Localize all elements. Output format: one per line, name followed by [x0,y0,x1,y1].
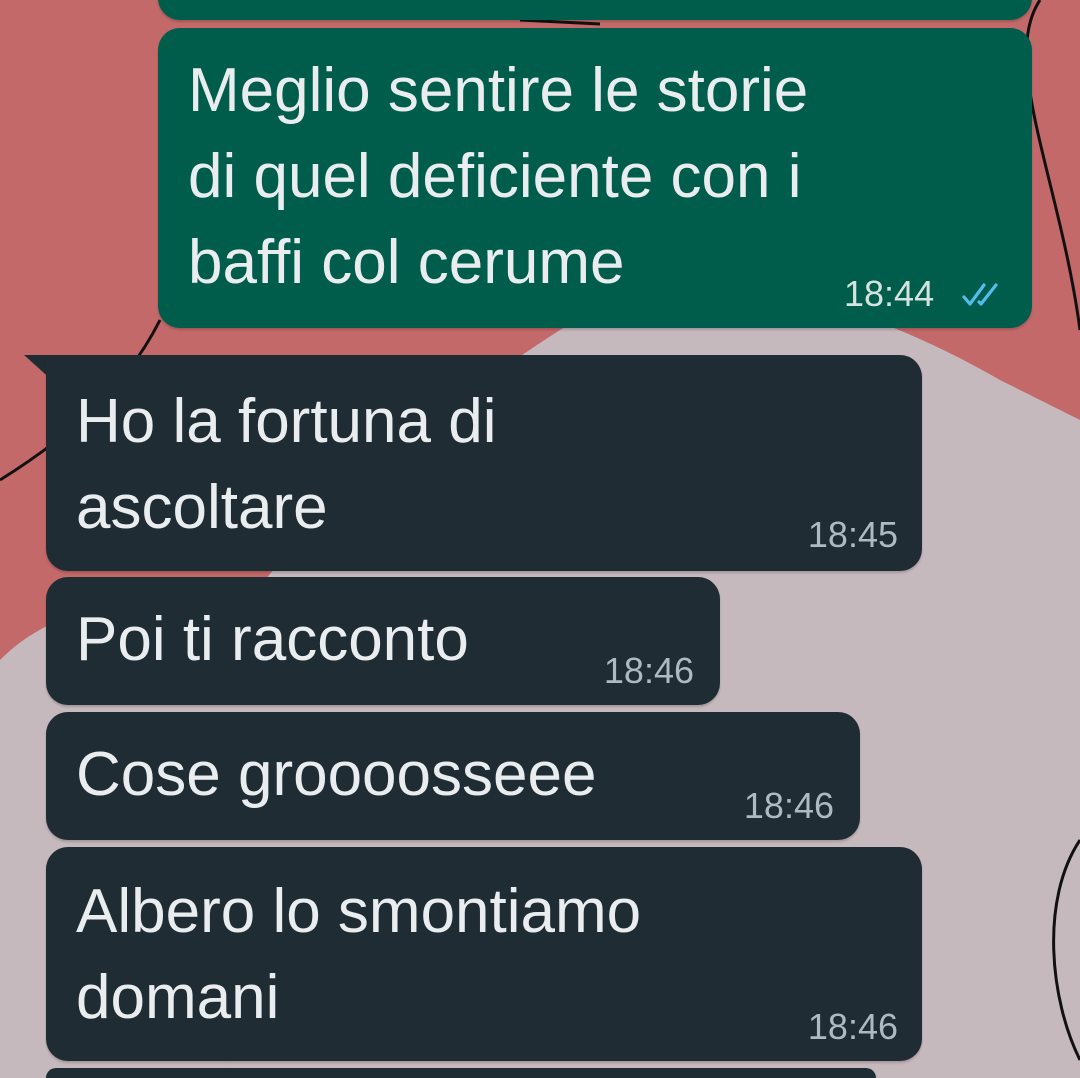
message-bubble-outgoing[interactable] [158,0,1032,20]
message-timestamp: 18:46 [743,785,834,826]
message-text: Meglio sentire le storie di quel deficie… [188,56,809,297]
message-bubble-incoming[interactable]: Albero lo smontiamo domani 18:46 [46,847,922,1061]
message-bubble-incoming[interactable] [46,1068,876,1078]
message-text: Cose groooosseee [76,740,597,809]
message-bubble-incoming[interactable]: Cose groooosseee 18:46 [46,712,860,840]
message-text: Poi ti racconto [76,605,469,674]
message-timestamp: 18:46 [807,1006,898,1047]
message-timestamp: 18:46 [603,650,694,691]
message-timestamp: 18:45 [807,514,898,555]
message-bubble-incoming[interactable]: Ho la fortuna di ascoltare 18:45 [46,355,922,571]
double-check-read-icon [962,283,998,306]
message-bubble-incoming[interactable]: Poi ti racconto 18:46 [46,577,720,705]
message-text: Ho la fortuna di ascoltare [76,387,497,542]
message-text: Albero lo smontiamo domani [76,877,642,1032]
message-timestamp: 18:44 [844,273,935,314]
message-bubble-outgoing[interactable]: Meglio sentire le storie di quel deficie… [158,28,1032,328]
